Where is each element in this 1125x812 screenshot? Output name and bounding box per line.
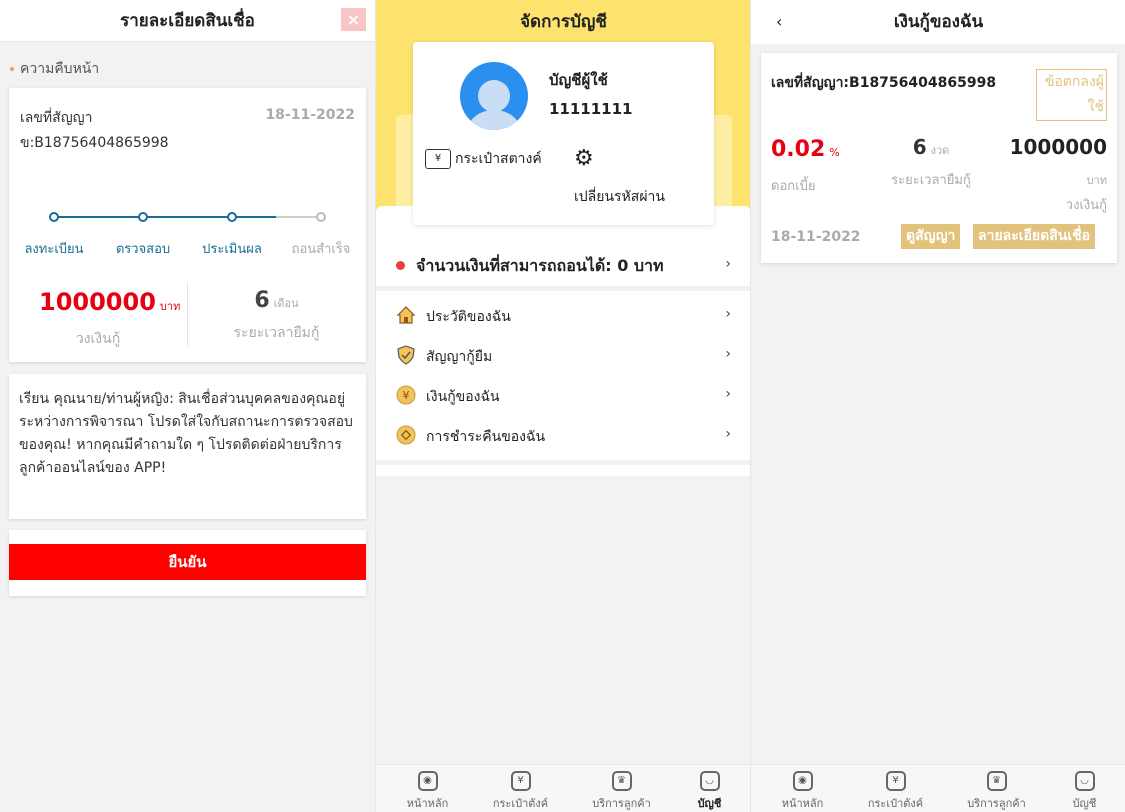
separator (376, 286, 750, 291)
separator (376, 460, 750, 465)
menu-label: ประวัติของฉัน (426, 309, 511, 325)
wallet-icon: ¥ (510, 771, 531, 791)
tab-home[interactable]: ◉ หน้าหลัก (381, 765, 474, 812)
close-button[interactable]: × (341, 8, 366, 31)
house-icon (396, 306, 416, 324)
account-icon: ◡ (699, 771, 720, 791)
tab-bar: ◉ หน้าหลัก ¥ กระเป๋าตังค์ ♛ บริการลูกค้า ◡ บ… (751, 764, 1125, 812)
tab-home[interactable]: ◉ หน้าหลัก (756, 765, 849, 812)
menu-label: การชำระคืนของฉัน (426, 429, 546, 445)
notice-text: เรียน คุณนาย/ท่านผู้หญิง: สินเชื่อส่วนบุ… (19, 391, 353, 476)
tab-bar: ◉ หน้าหลัก ¥ กระเป๋าตังค์ ♛ บริการลูกค้า ◡ บ… (376, 764, 750, 812)
account-card: บัญชีผู้ใช้ 11111111 ¥ กระเป๋าสตางค์ ⚙ เป… (413, 42, 714, 225)
wallet-icon: ¥ (425, 149, 451, 169)
tab-account[interactable]: ◡ บัญชี (663, 765, 750, 812)
crown-icon: ♛ (986, 771, 1007, 791)
loan-term: 6 งวด (912, 135, 950, 159)
yen-coin-icon: ¥ (396, 385, 416, 405)
interest-label: ดอกเบี้ย (771, 179, 816, 194)
progress-line-done (53, 216, 276, 218)
loan-amount-label: วงเงินกู้ (75, 331, 121, 347)
menu-item-my-loans[interactable]: ¥ เงินกู้ของฉัน › (376, 376, 750, 416)
step-dot-register (49, 212, 59, 222)
step-dot-review (138, 212, 148, 222)
coin-icon (396, 425, 416, 445)
loan-term: 6 เดือน (254, 288, 299, 313)
withdrawable-amount: จำนวนเงินที่สามารถถอนได้: 0 บาท (416, 256, 664, 275)
contract-date: 18-11-2022 (265, 107, 355, 123)
gear-icon[interactable]: ⚙ (574, 146, 594, 171)
interest-rate: 0.02% (771, 137, 840, 162)
progress-section-label: ความคืบหน้า (0, 42, 375, 88)
step-label-withdraw: ถอนสำเร็จ (291, 242, 351, 257)
tab-service[interactable]: ♛ บริการลูกค้า (950, 765, 1043, 812)
avatar-head (478, 80, 510, 112)
tab-wallet[interactable]: ¥ กระเป๋าตังค์ (474, 765, 567, 812)
menu-item-repayment[interactable]: การชำระคืนของฉัน › (376, 416, 750, 456)
chevron-right-icon: › (725, 346, 731, 362)
crown-icon: ♛ (611, 771, 632, 791)
menu-label: เงินกู้ของฉัน (426, 389, 500, 405)
tab-wallet[interactable]: ¥ กระเป๋าตังค์ (849, 765, 942, 812)
page-header: ‹ เงินกู้ของฉัน (751, 0, 1125, 44)
page-title: รายละเอียดสินเชื่อ (120, 11, 255, 31)
contract-number: เลขที่สัญญา ข:B18756404865998 (20, 110, 169, 151)
back-button[interactable]: ‹ (776, 0, 782, 44)
notice-card: เรียน คุณนาย/ท่านผู้หญิง: สินเชื่อส่วนบุ… (9, 374, 366, 519)
account-panel: จัดการบัญชี บัญชีผู้ใช้ 11111111 ¥ กระเป๋… (375, 0, 750, 812)
tab-account[interactable]: ◡ บัญชี (1038, 765, 1125, 812)
step-dot-withdraw (316, 212, 326, 222)
account-label: บัญชีผู้ใช้ (549, 71, 608, 89)
loan-details-button[interactable]: ลายละเอียดสินเชื่อ (973, 224, 1096, 249)
step-dot-evaluate (227, 212, 237, 222)
home-icon: ◉ (792, 771, 813, 791)
page-title: จัดการบัญชี (520, 12, 607, 32)
chevron-right-icon: › (725, 256, 731, 272)
loan-term-label: ระยะเวลายืมกู้ (233, 325, 320, 341)
chevron-right-icon: › (725, 386, 731, 402)
menu-item-history[interactable]: ประวัติของฉัน › (376, 296, 750, 336)
tab-service[interactable]: ♛ บริการลูกค้า (575, 765, 668, 812)
shield-icon (397, 345, 415, 365)
progress-card: เลขที่สัญญา ข:B18756404865998 18-11-2022… (9, 88, 366, 362)
page-header: รายละเอียดสินเชื่อ × (0, 0, 375, 42)
loan-amount-label: วงเงินกู้ (1065, 198, 1107, 213)
chevron-right-icon: › (725, 426, 731, 442)
withdrawable-row[interactable]: จำนวนเงินที่สามารถถอนได้: 0 บาท › (376, 246, 750, 286)
loan-amount: 1000000 บาท (39, 288, 181, 316)
step-label-review: ตรวจสอบ (115, 242, 171, 257)
page-title: เงินกู้ของฉัน (893, 12, 984, 32)
svg-text:¥: ¥ (403, 389, 410, 402)
avatar[interactable] (460, 62, 528, 130)
wallet-link[interactable]: ¥ กระเป๋าสตางค์ (425, 148, 542, 170)
step-label-register: ลงทะเบียน (24, 242, 84, 257)
view-contract-button[interactable]: ดูสัญญา (901, 224, 961, 249)
progress-line-pending (276, 216, 321, 218)
my-loans-panel: ‹ เงินกู้ของฉัน เลขที่สัญญา:B18756404865… (750, 0, 1125, 812)
loan-date: 18-11-2022 (771, 229, 861, 245)
loan-detail-panel: รายละเอียดสินเชื่อ × ความคืบหน้า เลขที่ส… (0, 0, 375, 812)
loan-card: เลขที่สัญญา:B18756404865998 ข้อตกลงผู้ใช… (761, 53, 1117, 263)
menu-label: สัญญากู้ยืม (426, 349, 493, 365)
account-icon: ◡ (1074, 771, 1095, 791)
chevron-right-icon: › (725, 306, 731, 322)
change-password-link[interactable]: เปลี่ยนรหัสผ่าน (574, 186, 665, 208)
wallet-icon: ¥ (885, 771, 906, 791)
user-agreement-link[interactable]: ข้อตกลงผู้ใช้ (1036, 69, 1107, 121)
loan-amount: 1000000 (1009, 135, 1107, 159)
account-number: 11111111 (549, 100, 633, 118)
confirm-button[interactable]: ยืนยัน (9, 544, 366, 580)
menu-item-contract[interactable]: สัญญากู้ยืม › (376, 336, 750, 376)
bullet-icon (10, 67, 14, 71)
loan-term-label: ระยะเวลายืมกู้ (891, 173, 971, 188)
home-icon: ◉ (417, 771, 438, 791)
avatar-body (468, 110, 520, 130)
red-dot-icon (396, 261, 405, 270)
step-label-evaluate: ประเมินผล (202, 242, 262, 257)
confirm-card: ยืนยัน (9, 530, 366, 596)
loan-amount-unit: บาท (1086, 174, 1107, 187)
contract-number: เลขที่สัญญา:B18756404865998 (771, 75, 997, 91)
